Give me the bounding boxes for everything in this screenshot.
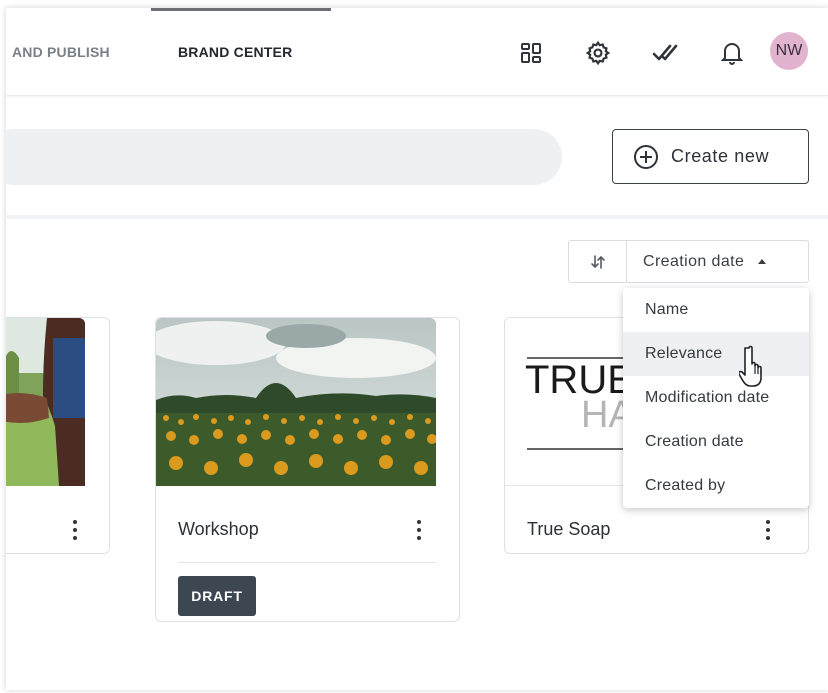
avatar-initials: NW — [775, 42, 803, 59]
sort-option-name[interactable]: Name — [623, 288, 809, 332]
sort-current-value: Creation date — [643, 252, 745, 270]
sort-option-creation-date[interactable]: Creation date — [623, 420, 809, 464]
card-menu-kebab[interactable] — [409, 515, 429, 545]
active-tab-indicator — [151, 8, 331, 11]
sort-direction-toggle[interactable] — [568, 240, 626, 283]
card-title[interactable]: Workshop — [178, 519, 259, 540]
card-divider — [178, 562, 436, 563]
top-header: AND PUBLISH BRAND CENTER NW — [6, 8, 828, 96]
asset-card-workshop[interactable]: Workshop DRAFT — [155, 317, 460, 622]
plus-circle-icon — [634, 144, 658, 169]
status-badge: DRAFT — [178, 576, 256, 616]
logo-text: TRUE — [525, 358, 634, 402]
double-check-icon[interactable] — [650, 38, 680, 68]
app-window: AND PUBLISH BRAND CENTER NW Create new C… — [6, 8, 828, 690]
caret-up-icon — [758, 259, 767, 264]
asset-card[interactable] — [6, 317, 110, 554]
sort-option-created-by[interactable]: Created by — [623, 464, 809, 508]
sort-option-relevance[interactable]: Relevance — [623, 332, 809, 376]
tab-brand-center[interactable]: BRAND CENTER — [178, 44, 292, 60]
gear-icon[interactable] — [583, 38, 613, 68]
card-menu-kebab[interactable] — [758, 515, 778, 545]
create-new-button[interactable]: Create new — [612, 129, 809, 184]
search-input[interactable] — [6, 129, 562, 185]
card-thumbnail-people — [6, 318, 85, 486]
sort-option-modification-date[interactable]: Modification date — [623, 376, 809, 420]
card-thumbnail-sunflowers — [156, 318, 436, 486]
tab-publish[interactable]: AND PUBLISH — [12, 44, 110, 60]
sort-dropdown-menu: Name Relevance Modification date Creatio… — [623, 288, 809, 508]
apps-grid-icon[interactable] — [516, 38, 546, 68]
section-divider — [6, 215, 828, 219]
card-menu-kebab[interactable] — [65, 515, 85, 545]
sort-select[interactable]: Creation date — [626, 240, 809, 283]
create-new-label: Create new — [671, 146, 770, 166]
bell-icon[interactable] — [717, 38, 747, 68]
user-avatar[interactable]: NW — [770, 32, 808, 70]
hand-pointer-cursor — [737, 344, 775, 393]
card-title[interactable]: True Soap — [527, 519, 610, 540]
sort-arrows-icon — [590, 254, 605, 269]
